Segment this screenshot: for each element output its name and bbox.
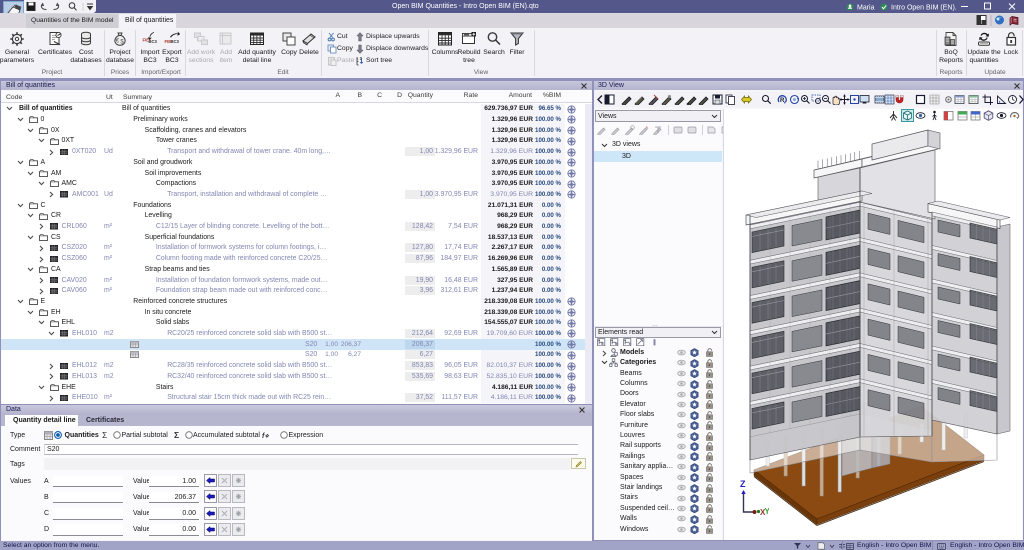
svg-text:1: 1 bbox=[360, 56, 363, 61]
svg-text:R: R bbox=[780, 98, 785, 104]
svg-text:Y: Y bbox=[765, 507, 770, 516]
svg-text:BC3: BC3 bbox=[171, 39, 180, 44]
svg-text:Z: Z bbox=[740, 479, 746, 489]
svg-text:Maria: Maria bbox=[857, 5, 875, 12]
svg-text:Intro Open BIM (EN).: Intro Open BIM (EN). bbox=[891, 5, 957, 12]
